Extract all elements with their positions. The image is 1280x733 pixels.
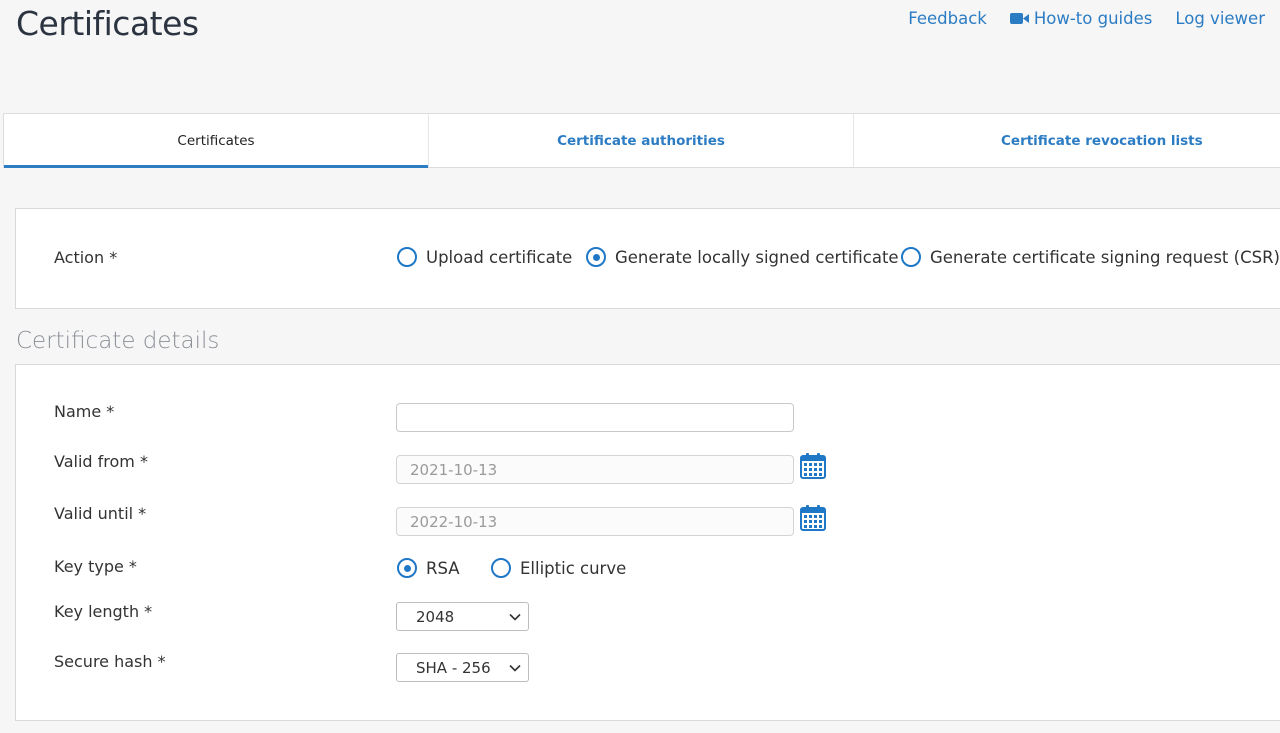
secure-hash-value: SHA - 256	[416, 658, 491, 677]
header-links: Feedback How-to guides Log viewer	[908, 9, 1265, 28]
tab-bar: Certificates Certificate authorities Cer…	[3, 113, 1280, 168]
radio-circle[interactable]	[901, 247, 921, 267]
secure-hash-label: Secure hash *	[54, 652, 166, 671]
radio-circle-selected[interactable]	[586, 247, 606, 267]
action-panel: Action * Upload certificate Generate loc…	[15, 208, 1280, 309]
calendar-icon[interactable]	[800, 453, 826, 479]
radio-label: Elliptic curve	[520, 558, 627, 578]
action-label: Action *	[54, 248, 118, 267]
feedback-link[interactable]: Feedback	[908, 9, 987, 28]
tab-label: Certificate authorities	[557, 132, 725, 149]
radio-generate-csr[interactable]: Generate certificate signing request (CS…	[901, 247, 1280, 267]
radio-generate-locally-signed[interactable]: Generate locally signed certificate	[586, 247, 899, 267]
radio-circle-selected[interactable]	[397, 558, 417, 578]
feedback-link-label: Feedback	[908, 9, 987, 28]
valid-until-input[interactable]	[396, 507, 794, 536]
radio-key-type-rsa[interactable]: RSA	[397, 558, 460, 578]
secure-hash-select[interactable]: SHA - 256	[396, 653, 529, 682]
key-type-label: Key type *	[54, 557, 137, 576]
tab-label: Certificate revocation lists	[1001, 132, 1203, 149]
name-input[interactable]	[396, 403, 794, 432]
radio-key-type-elliptic-curve[interactable]: Elliptic curve	[491, 558, 626, 578]
tab-label: Certificates	[177, 132, 255, 149]
how-to-guides-label: How-to guides	[1033, 9, 1153, 28]
certificate-details-panel: Name * Valid from * Valid until * Key ty…	[15, 364, 1280, 721]
radio-circle[interactable]	[491, 558, 511, 578]
calendar-icon[interactable]	[800, 505, 826, 531]
chevron-down-icon	[509, 664, 521, 672]
tab-certificate-revocation-lists[interactable]: Certificate revocation lists	[854, 114, 1280, 167]
page-title: Certificates	[16, 4, 199, 43]
chevron-down-icon	[509, 613, 521, 621]
radio-label: Upload certificate	[426, 247, 573, 267]
radio-label: RSA	[426, 558, 460, 578]
how-to-guides-link[interactable]: How-to guides	[1009, 9, 1153, 28]
tab-certificate-authorities[interactable]: Certificate authorities	[429, 114, 854, 167]
radio-label: Generate locally signed certificate	[615, 247, 899, 267]
tab-certificates[interactable]: Certificates	[4, 114, 429, 168]
radio-circle[interactable]	[397, 247, 417, 267]
key-length-value: 2048	[416, 607, 455, 626]
radio-upload-certificate[interactable]: Upload certificate	[397, 247, 572, 267]
section-title-certificate-details: Certificate details	[16, 328, 220, 354]
valid-from-input[interactable]	[396, 455, 794, 484]
log-viewer-link[interactable]: Log viewer	[1175, 9, 1265, 28]
key-length-select[interactable]: 2048	[396, 602, 529, 631]
video-camera-icon	[1009, 13, 1029, 24]
valid-until-label: Valid until *	[54, 504, 147, 523]
radio-label: Generate certificate signing request (CS…	[930, 247, 1280, 267]
key-length-label: Key length *	[54, 602, 153, 621]
log-viewer-label: Log viewer	[1175, 9, 1265, 28]
valid-from-label: Valid from *	[54, 452, 148, 471]
name-label: Name *	[54, 402, 115, 421]
